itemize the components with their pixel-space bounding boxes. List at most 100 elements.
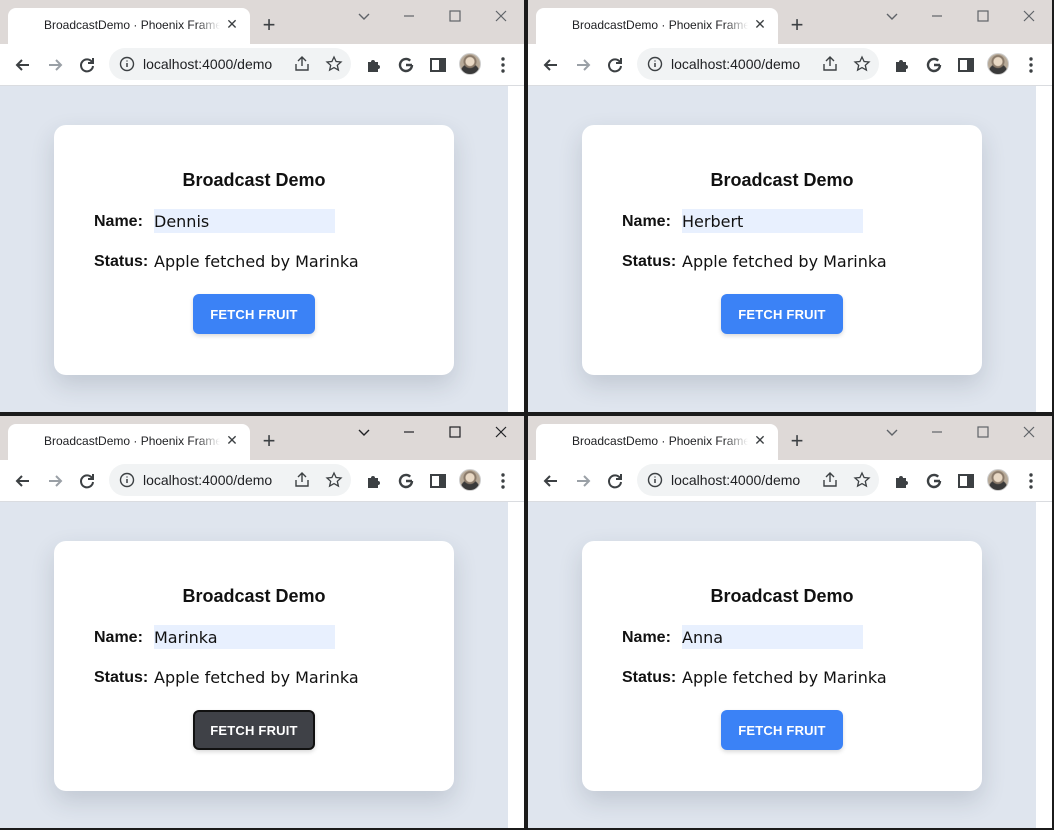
- back-arrow-left-icon[interactable]: [13, 471, 33, 491]
- reload-icon[interactable]: [605, 55, 625, 75]
- scrollbar-gutter: [508, 86, 524, 412]
- address-bar[interactable]: localhost:4000/demo: [637, 48, 879, 80]
- share-icon[interactable]: [293, 471, 311, 489]
- page-title: Broadcast Demo: [710, 170, 854, 190]
- new-tab-plus-icon[interactable]: +: [258, 430, 280, 452]
- tab-search-chevron-down-icon[interactable]: [354, 6, 374, 26]
- site-info-icon[interactable]: [647, 472, 663, 488]
- maximize-icon[interactable]: [445, 6, 465, 26]
- status-label: Status:: [622, 253, 677, 270]
- extensions-puzzle-icon[interactable]: [892, 55, 912, 75]
- side-panel-icon[interactable]: [956, 55, 976, 75]
- scrollbar-gutter: [1036, 86, 1052, 412]
- bookmark-star-icon[interactable]: [853, 471, 871, 489]
- minimize-icon[interactable]: [399, 6, 419, 26]
- new-tab-plus-icon[interactable]: +: [786, 14, 808, 36]
- bookmark-star-icon[interactable]: [853, 55, 871, 73]
- browser-toolbar: localhost:4000/demo: [528, 460, 1052, 502]
- fetch-fruit-button[interactable]: FETCH FRUIT: [193, 710, 315, 750]
- name-label: Name:: [622, 629, 671, 646]
- google-icon[interactable]: [396, 471, 416, 491]
- google-icon[interactable]: [396, 55, 416, 75]
- name-input[interactable]: [154, 209, 335, 233]
- forward-arrow-right-icon[interactable]: [573, 55, 593, 75]
- name-input[interactable]: [154, 625, 335, 649]
- name-input[interactable]: [682, 625, 863, 649]
- url-text[interactable]: localhost:4000/demo: [671, 472, 800, 488]
- browser-tab[interactable]: BroadcastDemo · Phoenix Framework ✕: [536, 8, 778, 44]
- share-icon[interactable]: [821, 471, 839, 489]
- reload-icon[interactable]: [77, 55, 97, 75]
- url-text[interactable]: localhost:4000/demo: [671, 56, 800, 72]
- side-panel-icon[interactable]: [956, 471, 976, 491]
- back-arrow-left-icon[interactable]: [541, 55, 561, 75]
- address-bar[interactable]: localhost:4000/demo: [109, 464, 351, 496]
- share-icon[interactable]: [821, 55, 839, 73]
- window-close-icon[interactable]: [491, 6, 511, 26]
- side-panel-icon[interactable]: [428, 471, 448, 491]
- tab-close-icon[interactable]: ✕: [752, 432, 768, 448]
- tab-search-chevron-down-icon[interactable]: [882, 6, 902, 26]
- address-bar[interactable]: localhost:4000/demo: [637, 464, 879, 496]
- minimize-icon[interactable]: [927, 422, 947, 442]
- tab-search-chevron-down-icon[interactable]: [354, 422, 374, 442]
- site-info-icon[interactable]: [647, 56, 663, 72]
- address-bar[interactable]: localhost:4000/demo: [109, 48, 351, 80]
- reload-icon[interactable]: [605, 471, 625, 491]
- share-icon[interactable]: [293, 55, 311, 73]
- status-label: Status:: [94, 669, 149, 686]
- browser-tab[interactable]: BroadcastDemo · Phoenix Framework ✕: [536, 424, 778, 460]
- window-close-icon[interactable]: [1019, 422, 1039, 442]
- new-tab-plus-icon[interactable]: +: [258, 14, 280, 36]
- side-panel-icon[interactable]: [428, 55, 448, 75]
- tab-close-icon[interactable]: ✕: [224, 432, 240, 448]
- extensions-puzzle-icon[interactable]: [364, 471, 384, 491]
- browser-tab[interactable]: BroadcastDemo · Phoenix Framework ✕: [8, 424, 250, 460]
- status-label: Status:: [622, 669, 677, 686]
- window-close-icon[interactable]: [491, 422, 511, 442]
- back-arrow-left-icon[interactable]: [541, 471, 561, 491]
- page-viewport: Broadcast Demo Name: Status: Apple fetch…: [528, 502, 1052, 828]
- fetch-fruit-button[interactable]: FETCH FRUIT: [721, 710, 843, 750]
- tab-close-icon[interactable]: ✕: [752, 16, 768, 32]
- forward-arrow-right-icon[interactable]: [45, 471, 65, 491]
- site-info-icon[interactable]: [119, 56, 135, 72]
- bookmark-star-icon[interactable]: [325, 55, 343, 73]
- window-close-icon[interactable]: [1019, 6, 1039, 26]
- page-title: Broadcast Demo: [182, 170, 326, 190]
- forward-arrow-right-icon[interactable]: [45, 55, 65, 75]
- browser-tab[interactable]: BroadcastDemo · Phoenix Framework ✕: [8, 8, 250, 44]
- profile-avatar[interactable]: [459, 53, 481, 75]
- url-text[interactable]: localhost:4000/demo: [143, 56, 272, 72]
- reload-icon[interactable]: [77, 471, 97, 491]
- kebab-menu-icon[interactable]: [493, 55, 513, 75]
- kebab-menu-icon[interactable]: [493, 471, 513, 491]
- tab-strip: BroadcastDemo · Phoenix Framework ✕ +: [0, 416, 524, 460]
- profile-avatar[interactable]: [987, 469, 1009, 491]
- extensions-puzzle-icon[interactable]: [364, 55, 384, 75]
- maximize-icon[interactable]: [973, 6, 993, 26]
- minimize-icon[interactable]: [927, 6, 947, 26]
- bookmark-star-icon[interactable]: [325, 471, 343, 489]
- profile-avatar[interactable]: [459, 469, 481, 491]
- fetch-fruit-button[interactable]: FETCH FRUIT: [721, 294, 843, 334]
- tab-search-chevron-down-icon[interactable]: [882, 422, 902, 442]
- google-icon[interactable]: [924, 471, 944, 491]
- back-arrow-left-icon[interactable]: [13, 55, 33, 75]
- url-text[interactable]: localhost:4000/demo: [143, 472, 272, 488]
- maximize-icon[interactable]: [445, 422, 465, 442]
- kebab-menu-icon[interactable]: [1021, 471, 1041, 491]
- kebab-menu-icon[interactable]: [1021, 55, 1041, 75]
- site-info-icon[interactable]: [119, 472, 135, 488]
- maximize-icon[interactable]: [973, 422, 993, 442]
- extensions-puzzle-icon[interactable]: [892, 471, 912, 491]
- google-icon[interactable]: [924, 55, 944, 75]
- forward-arrow-right-icon[interactable]: [573, 471, 593, 491]
- name-input[interactable]: [682, 209, 863, 233]
- browser-toolbar: localhost:4000/demo: [528, 44, 1052, 86]
- minimize-icon[interactable]: [399, 422, 419, 442]
- tab-close-icon[interactable]: ✕: [224, 16, 240, 32]
- fetch-fruit-button[interactable]: FETCH FRUIT: [193, 294, 315, 334]
- new-tab-plus-icon[interactable]: +: [786, 430, 808, 452]
- profile-avatar[interactable]: [987, 53, 1009, 75]
